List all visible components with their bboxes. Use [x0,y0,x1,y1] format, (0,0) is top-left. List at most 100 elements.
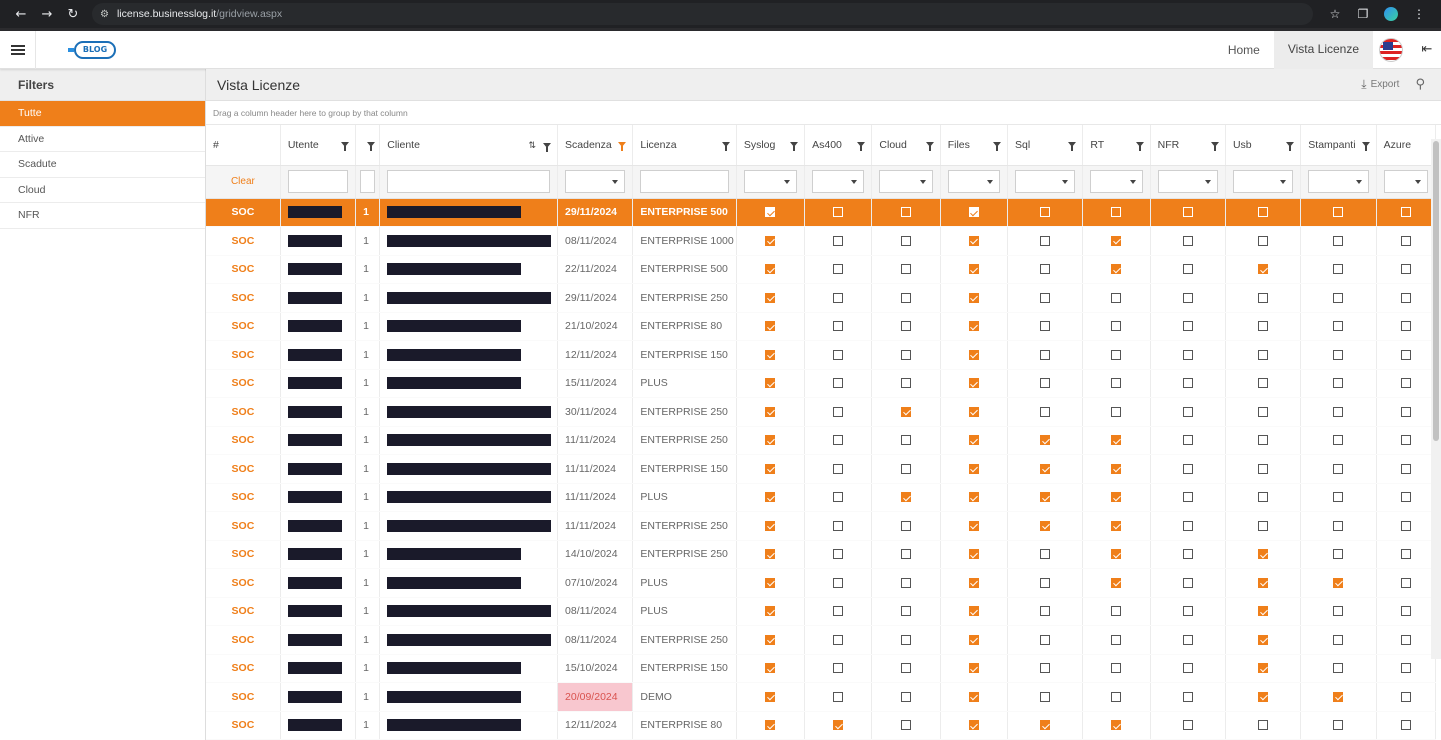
col-header-licenza[interactable]: Licenza [632,125,737,166]
syslog-checkbox[interactable] [765,691,776,702]
nfr-checkbox[interactable] [1182,235,1193,246]
stampanti-checkbox[interactable] [1333,492,1344,503]
nfr-checkbox[interactable] [1182,606,1193,617]
cloud-checkbox[interactable] [901,549,912,560]
as400-checkbox[interactable] [833,349,844,360]
row-id-link[interactable]: SOC [206,711,281,740]
files-checkbox[interactable] [968,663,979,674]
usb-checkbox[interactable] [1258,207,1269,218]
stampanti-checkbox[interactable] [1333,349,1344,360]
table-row[interactable]: SOC 1 11/11/2024 ENTERPRISE 150 [206,454,1437,484]
cloud-checkbox[interactable] [901,406,912,417]
filter-funnel-icon[interactable] [857,142,866,152]
usb-checkbox[interactable] [1258,691,1269,702]
filter-nfr-select[interactable] [1157,170,1218,193]
syslog-checkbox[interactable] [765,463,776,474]
filter-qty-input[interactable] [360,170,376,193]
stampanti-checkbox[interactable] [1333,235,1344,246]
col-header-index[interactable]: # [206,125,281,166]
filter-scadenza-select[interactable] [565,170,626,193]
usb-checkbox[interactable] [1258,321,1269,332]
files-checkbox[interactable] [968,520,979,531]
files-checkbox[interactable] [968,406,979,417]
azure-checkbox[interactable] [1400,577,1411,588]
nfr-checkbox[interactable] [1182,520,1193,531]
browser-menu-icon[interactable]: ⋮ [1405,7,1433,21]
azure-checkbox[interactable] [1400,549,1411,560]
table-row[interactable]: SOC 1 11/11/2024 ENTERPRISE 250 [206,426,1437,455]
table-row[interactable]: SOC 1 08/11/2024 ENTERPRISE 1000 [206,226,1437,256]
stampanti-checkbox[interactable] [1333,264,1344,275]
usb-checkbox[interactable] [1258,264,1269,275]
azure-checkbox[interactable] [1400,321,1411,332]
clear-filters-link[interactable]: Clear [213,176,273,187]
usb-checkbox[interactable] [1258,378,1269,389]
usb-checkbox[interactable] [1258,492,1269,503]
as400-checkbox[interactable] [833,207,844,218]
as400-checkbox[interactable] [833,663,844,674]
rt-checkbox[interactable] [1111,235,1122,246]
table-row[interactable]: SOC 1 11/11/2024 PLUS [206,483,1437,512]
rt-checkbox[interactable] [1111,720,1122,731]
syslog-checkbox[interactable] [765,435,776,446]
azure-checkbox[interactable] [1400,207,1411,218]
filter-utente-input[interactable] [287,170,349,193]
filter-sql-select[interactable] [1015,170,1076,193]
row-id-link[interactable]: SOC [206,682,281,712]
sql-checkbox[interactable] [1040,691,1051,702]
sort-icon[interactable]: ⇅ [528,141,536,151]
syslog-checkbox[interactable] [765,720,776,731]
stampanti-checkbox[interactable] [1333,634,1344,645]
azure-checkbox[interactable] [1400,520,1411,531]
filter-funnel-icon[interactable] [1068,142,1077,152]
syslog-checkbox[interactable] [765,549,776,560]
usb-checkbox[interactable] [1258,235,1269,246]
files-checkbox[interactable] [968,207,979,218]
files-checkbox[interactable] [968,720,979,731]
cloud-checkbox[interactable] [901,292,912,303]
as400-checkbox[interactable] [833,292,844,303]
group-panel[interactable]: Drag a column header here to group by th… [206,101,1441,125]
cloud-checkbox[interactable] [901,720,912,731]
row-id-link[interactable]: SOC [206,483,281,512]
syslog-checkbox[interactable] [765,321,776,332]
language-flag-icon[interactable] [1379,37,1403,62]
usb-checkbox[interactable] [1258,520,1269,531]
table-row[interactable]: SOC 1 15/10/2024 ENTERPRISE 150 [206,654,1437,683]
filter-funnel-icon[interactable] [925,142,934,152]
rt-checkbox[interactable] [1111,406,1122,417]
rt-checkbox[interactable] [1111,663,1122,674]
usb-checkbox[interactable] [1258,577,1269,588]
cloud-checkbox[interactable] [901,606,912,617]
table-row[interactable]: SOC 1 15/11/2024 PLUS [206,369,1437,398]
syslog-checkbox[interactable] [765,264,776,275]
cloud-checkbox[interactable] [901,264,912,275]
row-id-link[interactable]: SOC [206,283,281,313]
forward-icon[interactable]: → [34,7,60,22]
azure-checkbox[interactable] [1400,663,1411,674]
filter-syslog-select[interactable] [743,170,798,193]
stampanti-checkbox[interactable] [1333,463,1344,474]
rt-checkbox[interactable] [1111,520,1122,531]
filter-nfr[interactable]: NFR [0,203,205,229]
files-checkbox[interactable] [968,691,979,702]
usb-checkbox[interactable] [1258,292,1269,303]
filter-cliente-input[interactable] [387,170,551,193]
as400-checkbox[interactable] [833,549,844,560]
row-id-link[interactable]: SOC [206,340,281,370]
stampanti-checkbox[interactable] [1333,378,1344,389]
col-header-rt[interactable]: RT [1082,125,1151,166]
col-header-azure[interactable]: Azure [1376,125,1437,166]
azure-checkbox[interactable] [1400,264,1411,275]
as400-checkbox[interactable] [833,321,844,332]
filter-scadute[interactable]: Scadute [0,152,205,178]
syslog-checkbox[interactable] [765,606,776,617]
files-checkbox[interactable] [968,463,979,474]
filter-tutte[interactable]: Tutte [0,101,205,127]
cloud-checkbox[interactable] [901,634,912,645]
stampanti-checkbox[interactable] [1333,577,1344,588]
nfr-checkbox[interactable] [1182,378,1193,389]
stampanti-checkbox[interactable] [1333,549,1344,560]
reload-icon[interactable]: ↻ [60,7,86,22]
as400-checkbox[interactable] [833,264,844,275]
